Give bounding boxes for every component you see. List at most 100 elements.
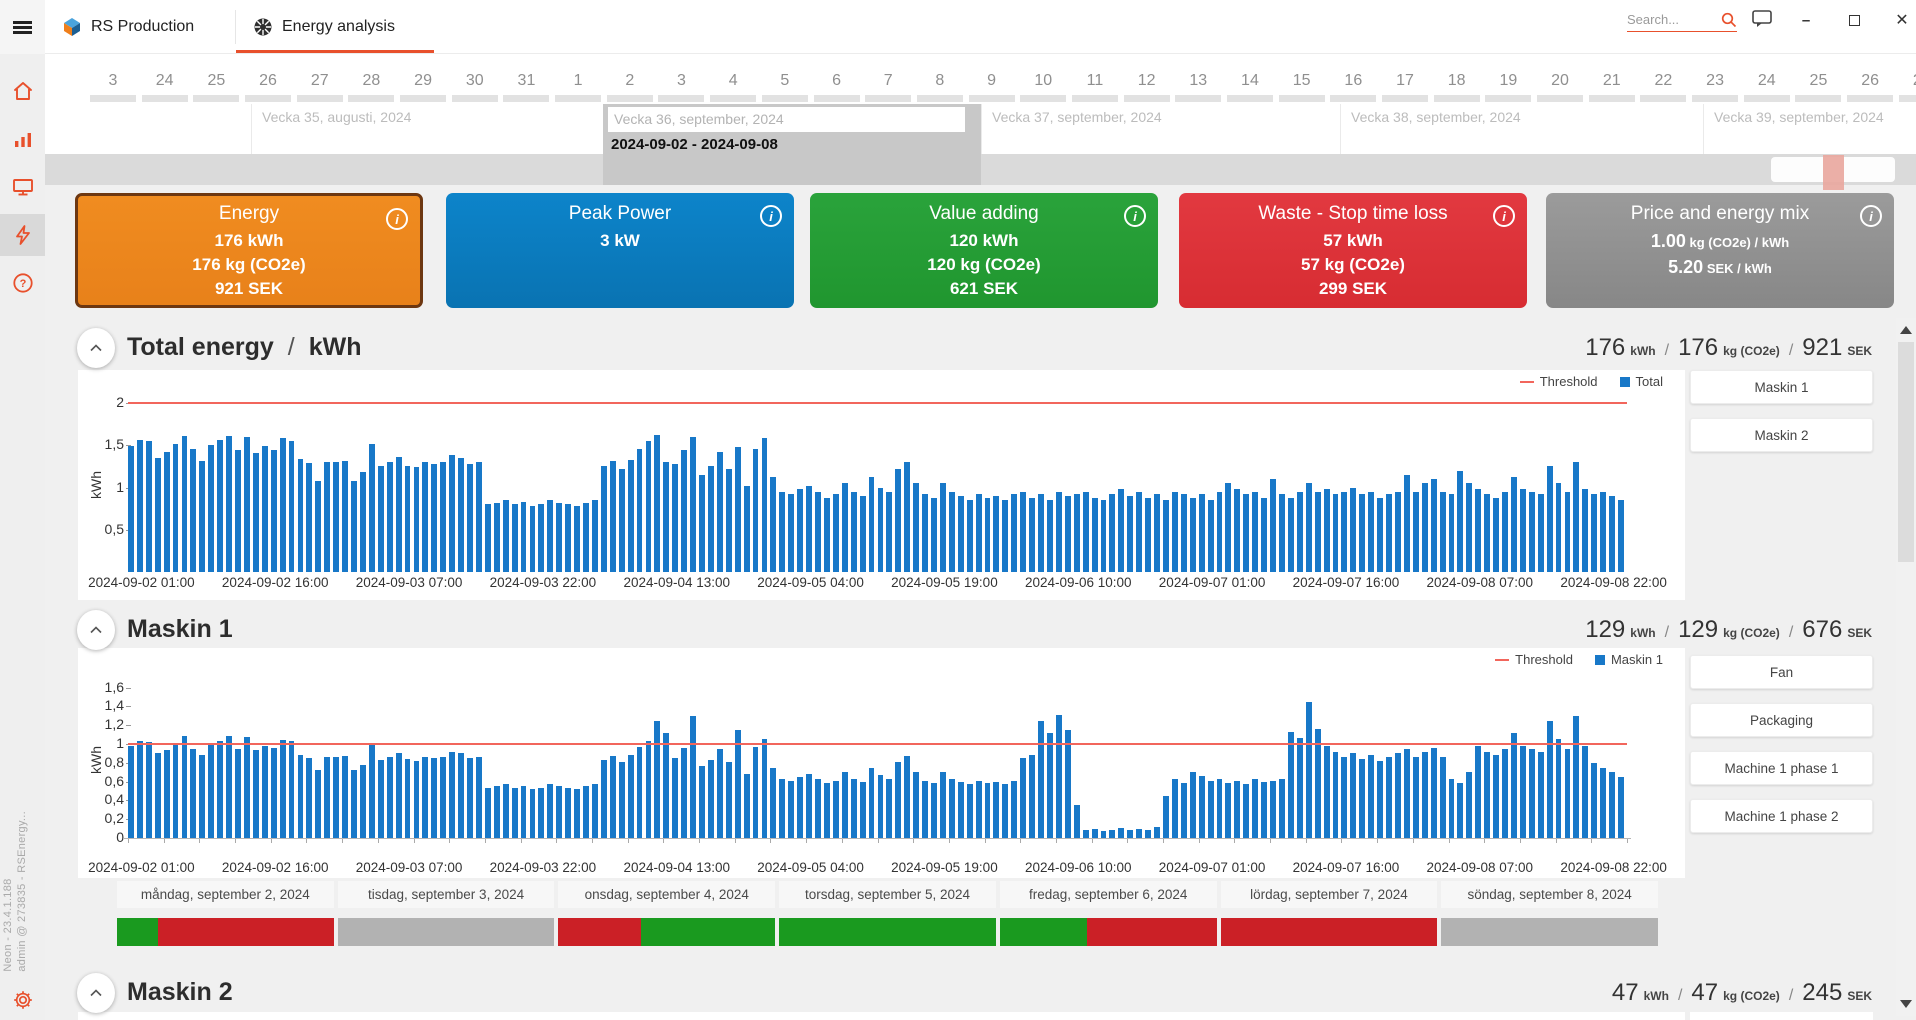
y-axis-label: 1,2 [78,716,124,732]
stat-separator: / [1665,624,1669,642]
timeline-week-selected[interactable]: Vecka 36, september, 20242024-09-02 - 20… [603,104,981,185]
bar [315,770,321,838]
window-minimize-button[interactable]: – [1793,8,1819,32]
info-icon[interactable]: i [760,205,782,227]
maskin2-collapse-button[interactable] [77,973,115,1013]
x-axis-tick [378,839,379,843]
chevron-up-icon [90,344,102,352]
bar [717,452,723,572]
side-button-packaging[interactable]: Packaging [1690,703,1873,737]
bar [583,786,589,838]
bar [1083,492,1089,572]
info-icon[interactable]: i [1124,205,1146,227]
bar [199,755,205,838]
bar [146,441,152,572]
bar [333,757,339,838]
window-maximize-button[interactable] [1841,8,1867,32]
side-button-fan[interactable]: Fan [1690,655,1873,689]
settings-button[interactable] [0,980,45,1020]
sidebar-item-help[interactable]: ? [0,262,45,304]
bar [851,779,857,838]
tab-rs-production[interactable]: RS Production [45,0,235,53]
page-scrollbar-thumb[interactable] [1898,342,1914,562]
maskin1-collapse-button[interactable] [77,610,115,650]
bar [556,786,562,838]
bar [1190,498,1196,572]
bar [574,506,580,572]
bar [1520,746,1526,838]
page-scrollbar[interactable] [1896,318,1916,1016]
bar [530,789,536,838]
total-energy-collapse-button[interactable] [77,328,115,368]
bar [619,469,625,572]
info-icon[interactable]: i [1860,205,1882,227]
scroll-down-arrow[interactable] [1900,1000,1912,1008]
bar [1350,488,1356,573]
kpi-card-value-adding[interactable]: Value addingi120 kWh120 kg (CO2e)621 SEK [810,193,1158,308]
scroll-up-arrow[interactable] [1900,326,1912,334]
timeline-week[interactable]: Vecka 38, september, 2024 [1340,104,1703,154]
timeline-scrollbar-thumb[interactable] [1771,157,1895,182]
timeline-week-label: Vecka 35, augusti, 2024 [262,109,411,125]
sidebar-item-energy[interactable] [0,214,45,256]
bar [1002,784,1008,838]
sidebar-item-screens[interactable] [0,166,45,208]
section-unit-selector[interactable]: kWh [309,333,362,361]
timeline-week[interactable]: Vecka 35, augusti, 2024 [251,104,603,154]
timeline-week[interactable]: Vecka 37, september, 2024 [981,104,1340,154]
feedback-chat-button[interactable] [1752,10,1772,33]
bar [886,779,892,838]
timeline-week-label: Vecka 36, september, 2024 [614,111,784,127]
timeline-week[interactable]: Vecka 39, september, 2024 [1703,104,1916,154]
kpi-card-value: 120 kg (CO2e) [810,253,1158,277]
bar [637,747,643,838]
legend-label: Maskin 1 [1611,652,1663,667]
x-axis-label: 2024-09-05 04:00 [757,860,864,875]
menu-button[interactable] [0,0,45,54]
x-axis-label: 2024-09-07 01:00 [1159,860,1266,875]
kpi-card-title: Energy [78,203,420,225]
kpi-value-number: 57 [1323,231,1342,250]
stat-separator: / [1789,624,1793,642]
x-axis-tick [1092,839,1093,843]
legend-item-threshold: Threshold [1495,652,1573,667]
bar [654,721,660,838]
day-status-bar-2 [338,918,555,946]
bar [521,502,527,572]
side-button-maskin-1[interactable]: Maskin 1 [1690,370,1873,404]
bar [1377,498,1383,572]
x-axis-tick [1591,839,1592,843]
bar [1172,779,1178,838]
bar [1493,755,1499,838]
bar [271,748,277,838]
sidebar-item-reports[interactable] [0,118,45,160]
kpi-card-price-and-energy-mix[interactable]: Price and energy mixi1.00 kg (CO2e) / kW… [1546,193,1894,308]
bar [538,504,544,572]
kpi-card-energy[interactable]: Energyi176 kWh176 kg (CO2e)921 SEK [75,193,423,308]
legend-item-threshold: Threshold [1520,374,1598,389]
bar [1181,783,1187,838]
bar [708,760,714,838]
stat-separator: / [1789,342,1793,360]
side-button-machine-1-phase-2[interactable]: Machine 1 phase 2 [1690,799,1873,833]
bar [199,461,205,572]
kpi-card-waste-stop-time-loss[interactable]: Waste - Stop time lossi57 kWh57 kg (CO2e… [1179,193,1527,308]
window-close-button[interactable]: ✕ [1889,8,1915,32]
x-axis-tick [1377,839,1378,843]
sidebar-item-home[interactable] [0,70,45,112]
kpi-card-peak-power[interactable]: Peak Poweri3 kW [446,193,794,308]
maskin2-stats: 47kWh/47kg (CO2e)/245SEK [1612,979,1872,1007]
search-input[interactable]: Search... [1627,8,1737,32]
bar [458,753,464,838]
tab-energy-analysis[interactable]: Energy analysis [236,0,434,53]
info-icon[interactable]: i [1493,205,1515,227]
section-title-text: Maskin 2 [127,978,233,1006]
legend-label: Threshold [1540,374,1598,389]
timeline-date-picker[interactable]: 3242526272829303112345678910111213141516… [45,54,1916,154]
maskin2-chart-top-edge [78,1012,1685,1020]
y-axis-title: kWh [88,746,104,774]
bar [538,788,544,838]
side-button-maskin-2[interactable]: Maskin 2 [1690,418,1873,452]
info-icon[interactable]: i [386,208,408,230]
side-button-machine-1-phase-1[interactable]: Machine 1 phase 1 [1690,751,1873,785]
